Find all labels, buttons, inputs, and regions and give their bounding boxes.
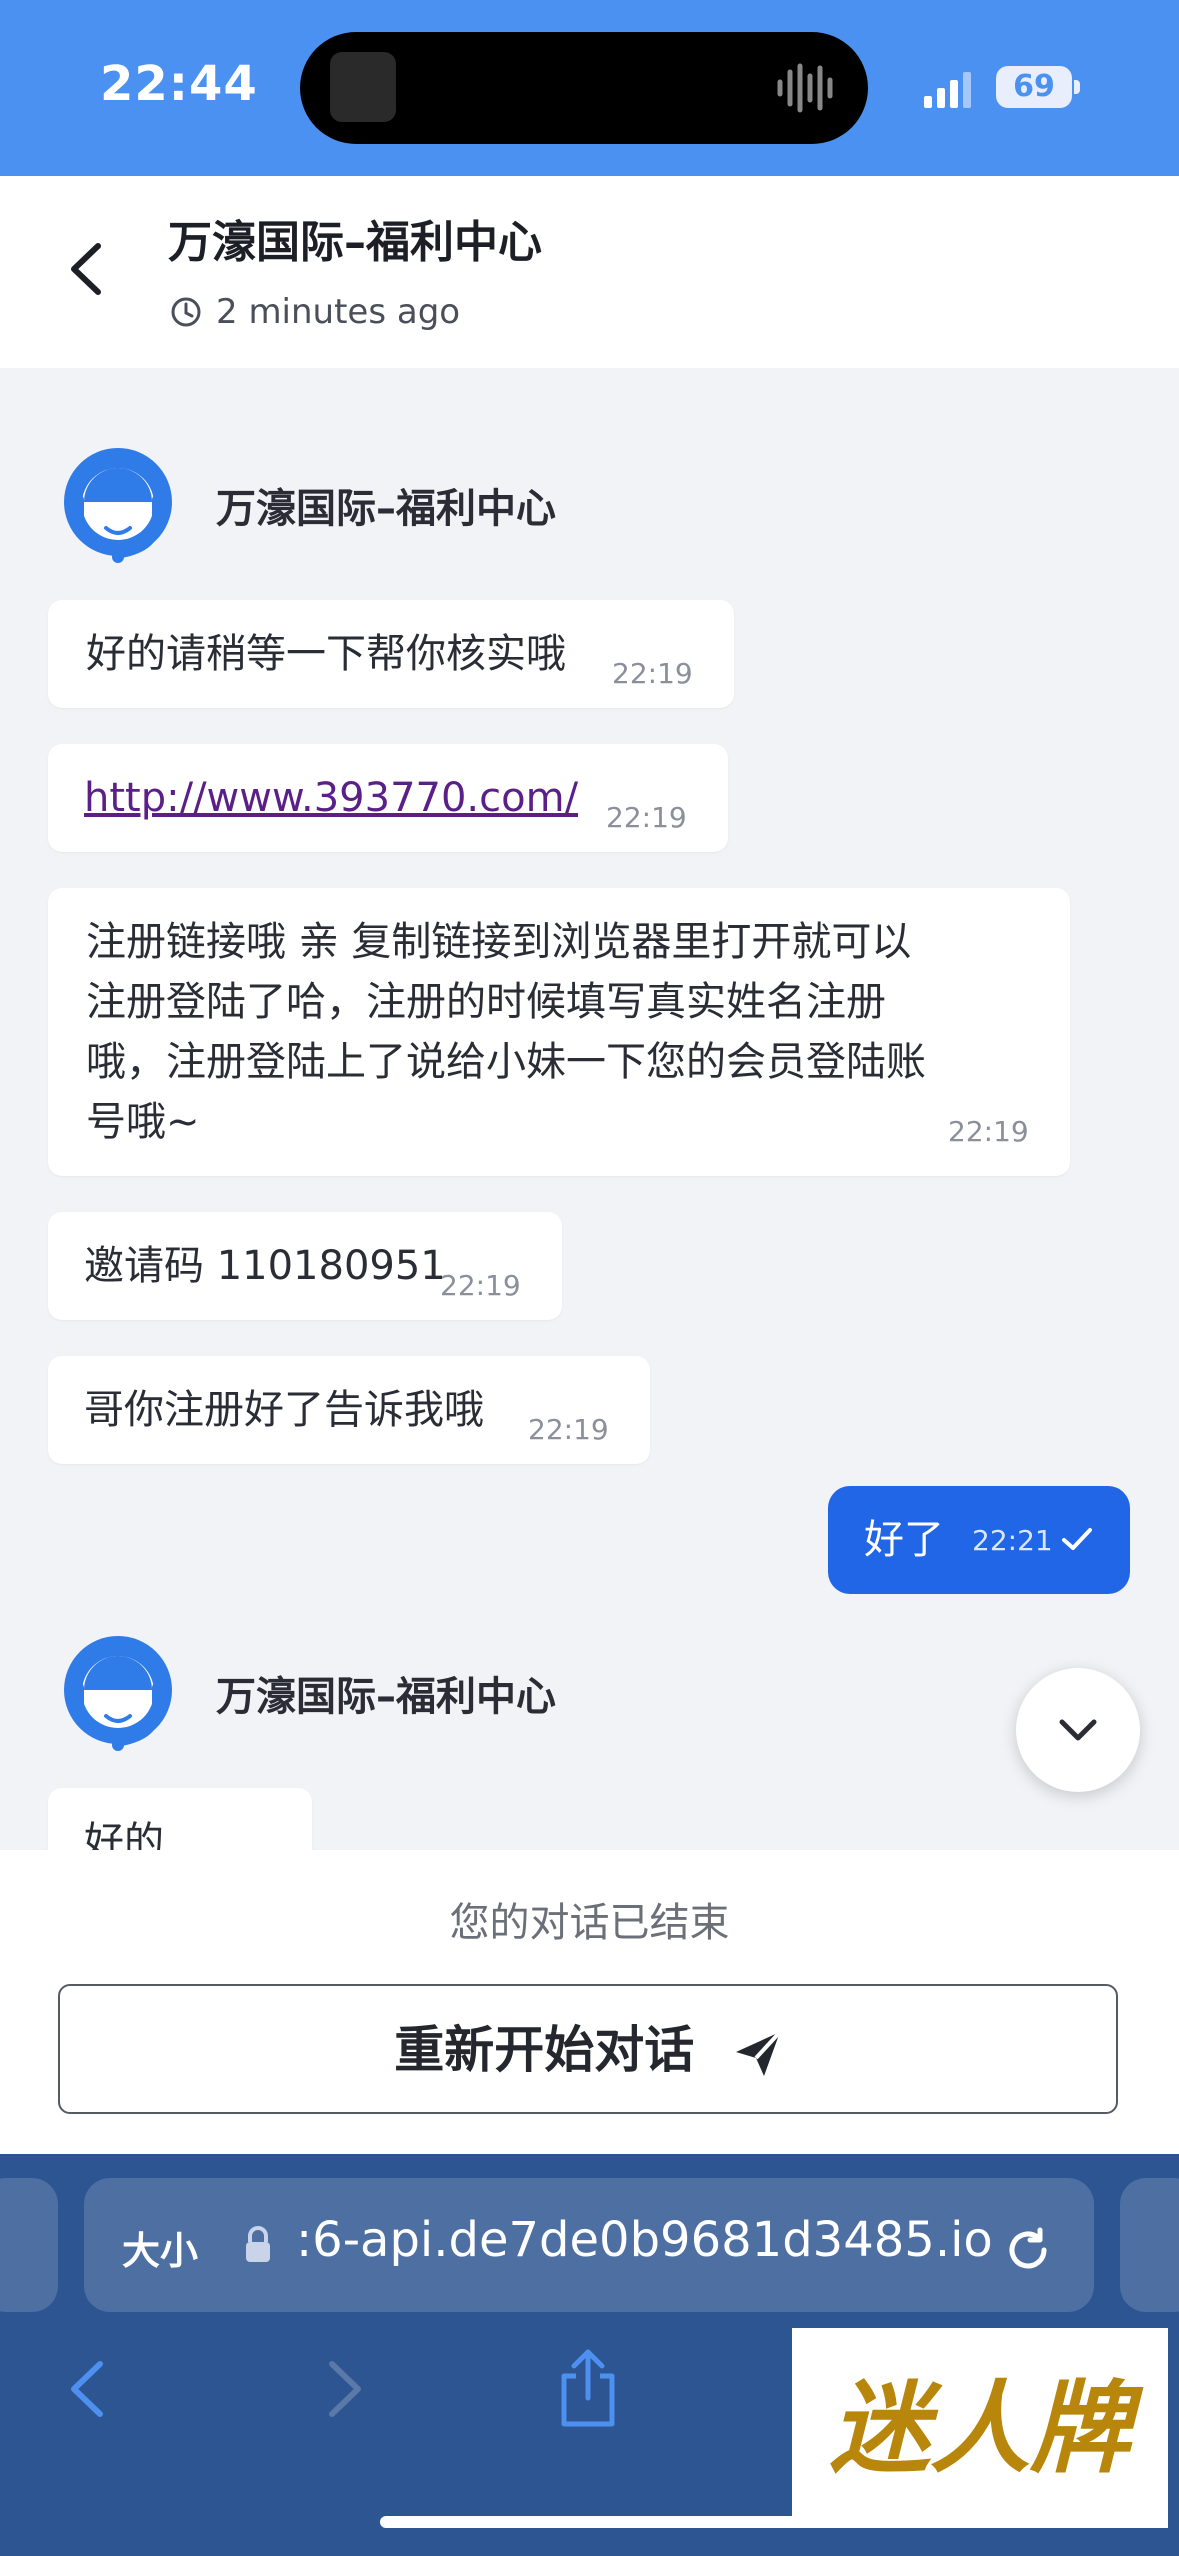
home-indicator — [380, 2516, 800, 2528]
message-time: 22:19 — [440, 1269, 521, 1302]
restart-label-text: 重新开始对话 — [394, 2021, 695, 2079]
message-bubble: 好的 22:21 — [48, 1788, 312, 1850]
agent-name: 万濠国际–福利中心 — [216, 1674, 556, 1720]
agent-avatar-icon — [64, 448, 172, 563]
lock-icon — [246, 2226, 270, 2262]
last-active-time: 2 minutes ago — [216, 292, 461, 332]
signal-icon — [924, 72, 971, 108]
reload-icon[interactable] — [1000, 2222, 1056, 2278]
message-time: 22:19 — [948, 1115, 1029, 1148]
message-link[interactable]: http://www.393770.com/ — [84, 768, 578, 828]
message-bubble: 哥你注册好了告诉我哦 22:19 — [48, 1356, 650, 1464]
battery-level: 69 — [996, 66, 1072, 108]
media-thumbnail — [330, 52, 396, 122]
message-text: 好的 — [84, 1819, 164, 1850]
text-size-button[interactable]: 大小 — [122, 2220, 198, 2275]
url-text[interactable]: :6-api.de7de0b9681d3485.io — [296, 2212, 993, 2268]
send-icon — [735, 2030, 782, 2076]
message-time: 22:21 — [972, 1524, 1053, 1557]
clock-icon — [171, 297, 201, 327]
browser-back-icon[interactable] — [64, 2356, 110, 2422]
chat-header — [0, 176, 1179, 368]
agent-avatar-icon — [64, 1636, 172, 1751]
message-text: 哥你注册好了告诉我哦 — [84, 1387, 484, 1433]
watermark-logo: 迷人牌 — [792, 2328, 1168, 2528]
audio-wave-icon — [777, 63, 833, 113]
message-text: 好的请稍等一下帮你核实哦 — [86, 631, 566, 677]
read-check-icon — [1062, 1528, 1092, 1550]
chevron-down-icon — [1059, 1719, 1097, 1741]
page-title: 万濠国际–福利中心 — [168, 217, 542, 268]
user-message-bubble: 好了 22:21 — [828, 1486, 1130, 1594]
message-text: 注册链接哦 亲 复制链接到浏览器里打开就可以注册登陆了哈，注册的时候填写真实姓名… — [86, 919, 926, 1145]
message-bubble: 邀请码 110180951 22:19 — [48, 1212, 562, 1320]
message-text: 邀请码 110180951 — [84, 1243, 446, 1289]
status-time: 22:44 — [100, 56, 258, 112]
message-time: 22:19 — [606, 801, 687, 834]
previous-tab[interactable] — [0, 2178, 58, 2312]
back-button[interactable] — [58, 234, 114, 304]
message-bubble: 好的请稍等一下帮你核实哦 22:19 — [48, 600, 734, 708]
browser-forward-icon[interactable] — [322, 2356, 368, 2422]
restart-label: 重新开始对话 — [60, 1986, 1120, 2116]
agent-name: 万濠国际–福利中心 — [216, 486, 556, 532]
watermark-text: 迷人牌 — [830, 2369, 1130, 2487]
message-time: 22:19 — [612, 657, 693, 690]
message-time: 22:21 — [192, 1832, 273, 1850]
message-time: 22:19 — [528, 1413, 609, 1446]
next-tab[interactable] — [1120, 2178, 1179, 2312]
message-text: 好了 — [864, 1517, 944, 1563]
restart-conversation-button[interactable]: 重新开始对话 — [58, 1984, 1118, 2114]
message-bubble: 注册链接哦 亲 复制链接到浏览器里打开就可以注册登陆了哈，注册的时候填写真实姓名… — [48, 888, 1070, 1176]
scroll-down-button[interactable] — [1016, 1668, 1140, 1792]
share-icon[interactable] — [556, 2346, 620, 2430]
chat-messages[interactable]: 万濠国际–福利中心 好的请稍等一下帮你核实哦 22:19 http://www.… — [0, 368, 1179, 1850]
conversation-ended-text: 您的对话已结束 — [449, 1900, 730, 1946]
message-bubble: http://www.393770.com/ 22:19 — [48, 744, 728, 852]
battery-tip — [1074, 80, 1080, 94]
